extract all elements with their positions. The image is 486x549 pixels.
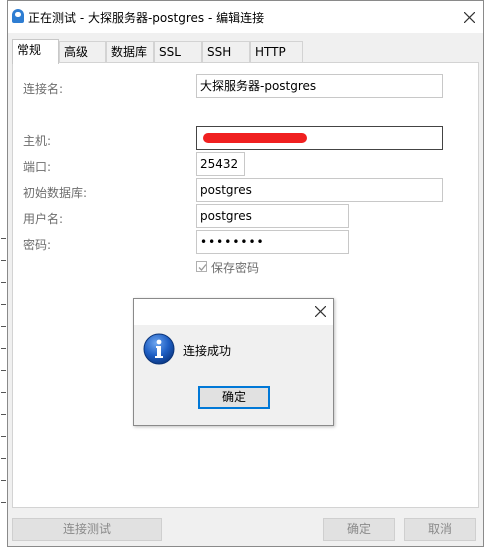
tab-advanced[interactable]: 高级 xyxy=(59,41,106,62)
title-bar: 正在测试 - 大探服务器-postgres - 编辑连接 xyxy=(8,1,483,33)
save-password-label: 保存密码 xyxy=(211,261,260,275)
host-label: 主机: xyxy=(23,134,52,148)
bg-marker xyxy=(1,370,6,371)
bg-marker xyxy=(1,238,6,239)
bg-marker xyxy=(1,282,6,283)
tab-general[interactable]: 常规 xyxy=(12,39,59,64)
bg-marker xyxy=(1,480,6,481)
bg-marker xyxy=(1,326,6,327)
port-label: 端口: xyxy=(23,160,52,174)
username-input[interactable]: postgres xyxy=(196,204,349,228)
close-icon xyxy=(315,306,326,317)
bg-marker xyxy=(1,348,6,349)
checkmark-icon xyxy=(198,264,207,271)
background-window-edge xyxy=(0,0,7,549)
app-icon xyxy=(12,9,24,23)
bg-marker xyxy=(1,436,6,437)
bg-marker xyxy=(1,304,6,305)
close-icon xyxy=(464,12,475,23)
message-box-close-button[interactable] xyxy=(307,299,333,325)
message-box-ok-button[interactable]: 确定 xyxy=(198,386,270,409)
message-box-body: 连接成功 确定 xyxy=(134,325,333,425)
tab-http[interactable]: HTTP xyxy=(250,41,303,62)
save-password-checkbox[interactable] xyxy=(196,261,207,272)
tab-databases[interactable]: 数据库 xyxy=(106,41,154,62)
password-input[interactable]: •••••••• xyxy=(196,230,349,254)
info-icon xyxy=(143,333,175,365)
bg-marker xyxy=(1,392,6,393)
username-label: 用户名: xyxy=(23,212,64,226)
test-connection-button[interactable]: 连接测试 xyxy=(12,518,162,541)
edit-connection-dialog: 正在测试 - 大探服务器-postgres - 编辑连接 常规 高级 数据库 S… xyxy=(7,0,484,547)
tab-ssl[interactable]: SSL xyxy=(154,41,202,62)
bg-marker xyxy=(1,502,6,503)
ok-button[interactable]: 确定 xyxy=(323,518,395,541)
message-box-title-bar xyxy=(134,299,333,325)
window-title: 正在测试 - 大探服务器-postgres - 编辑连接 xyxy=(28,11,265,25)
redaction-mark xyxy=(203,133,307,143)
connection-name-label: 连接名: xyxy=(23,82,64,96)
general-panel: 连接名: 大探服务器-postgres 主机: 端口: 25432 初始数据库:… xyxy=(12,62,479,508)
port-input[interactable]: 25432 xyxy=(196,152,245,176)
initial-database-label: 初始数据库: xyxy=(23,186,88,200)
message-text: 连接成功 xyxy=(183,344,232,358)
initial-database-input[interactable]: postgres xyxy=(196,178,443,202)
password-label: 密码: xyxy=(23,238,52,252)
tab-ssh[interactable]: SSH xyxy=(202,41,250,62)
bg-marker xyxy=(1,414,6,415)
bg-marker xyxy=(1,458,6,459)
close-button[interactable] xyxy=(455,1,483,33)
connection-name-input[interactable]: 大探服务器-postgres xyxy=(196,74,443,98)
bg-marker xyxy=(1,260,6,261)
message-box: 连接成功 确定 xyxy=(133,298,334,426)
host-input[interactable] xyxy=(196,126,443,150)
cancel-button[interactable]: 取消 xyxy=(404,518,476,541)
